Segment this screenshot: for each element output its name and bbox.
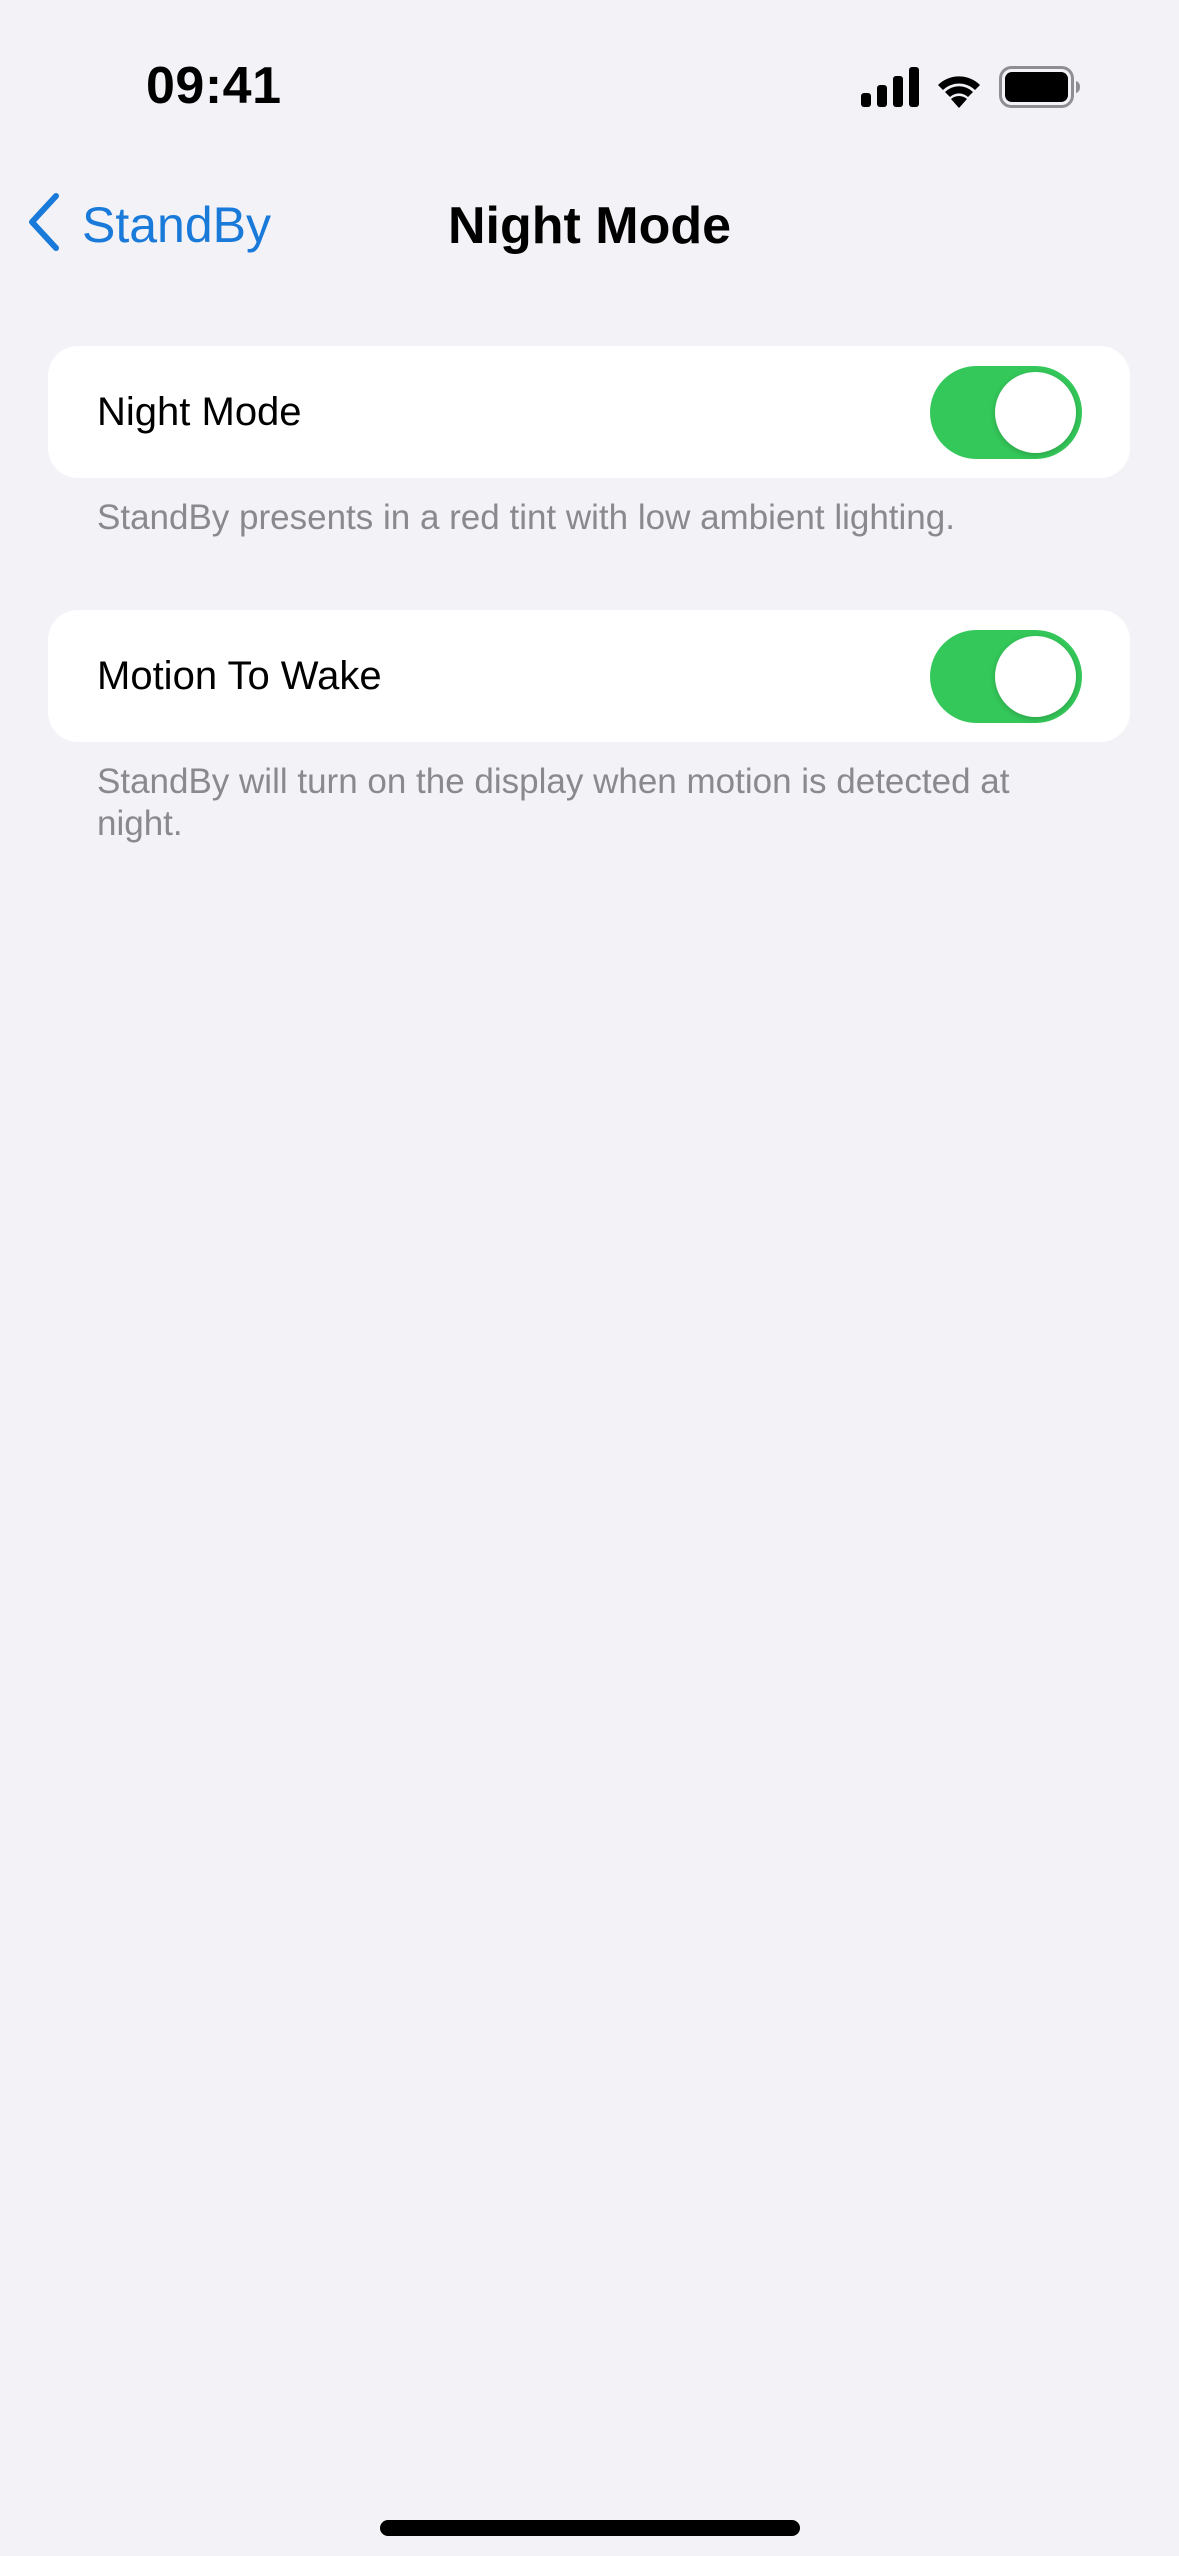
night-mode-toggle[interactable] bbox=[930, 366, 1082, 459]
motion-to-wake-toggle[interactable] bbox=[930, 630, 1082, 723]
cellular-signal-icon bbox=[861, 67, 919, 112]
battery-icon bbox=[999, 66, 1081, 113]
setting-row-night-mode: Night Mode bbox=[48, 346, 1130, 478]
status-time: 09:41 bbox=[146, 57, 282, 115]
status-icons bbox=[861, 66, 1081, 113]
setting-footer: StandBy will turn on the display when mo… bbox=[97, 762, 1010, 843]
toggle-knob bbox=[995, 636, 1076, 717]
setting-row-motion-to-wake: Motion To Wake bbox=[48, 610, 1130, 742]
setting-label: Motion To Wake bbox=[97, 654, 382, 698]
page-title: Night Mode bbox=[447, 197, 732, 255]
setting-label: Night Mode bbox=[97, 390, 302, 434]
setting-footer: StandBy presents in a red tint with low … bbox=[97, 498, 955, 537]
wifi-icon bbox=[933, 66, 985, 113]
home-indicator[interactable] bbox=[380, 2520, 800, 2536]
toggle-knob bbox=[995, 372, 1076, 453]
